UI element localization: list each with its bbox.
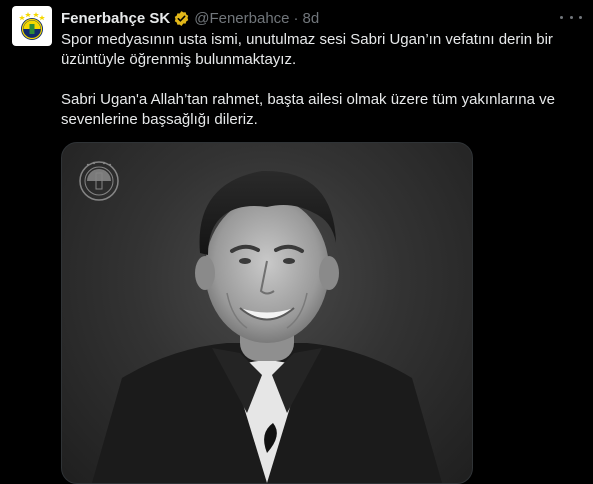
fenerbahce-crest-logo	[15, 9, 49, 43]
verified-badge-icon[interactable]	[173, 10, 190, 27]
account-name[interactable]: Fenerbahçe SK	[61, 10, 170, 27]
more-options-icon	[560, 15, 563, 19]
tweet-text: Spor medyasının usta ismi, unutulmaz ses…	[61, 30, 581, 130]
portrait-photo	[79, 161, 442, 483]
timestamp[interactable]: 8d	[303, 10, 320, 27]
more-options-button[interactable]	[560, 8, 582, 26]
tweet-paragraph: Sabri Ugan'a Allah’tan rahmet, başta ail…	[61, 91, 555, 128]
separator: ·	[293, 9, 299, 27]
tweet-paragraph: Spor medyasının usta ismi, unutulmaz ses…	[61, 31, 553, 68]
fenerbahce-crest-watermark	[79, 161, 119, 201]
more-options-icon	[569, 15, 573, 19]
tweet-header: Fenerbahçe SK @Fenerbahce · 8d	[61, 7, 553, 29]
more-options-icon	[579, 15, 582, 19]
tweet-media-photo[interactable]	[61, 142, 473, 484]
account-handle[interactable]: @Fenerbahce	[194, 10, 289, 27]
avatar[interactable]	[12, 6, 52, 46]
tweet[interactable]: Fenerbahçe SK @Fenerbahce · 8d Spor medy…	[0, 0, 593, 484]
